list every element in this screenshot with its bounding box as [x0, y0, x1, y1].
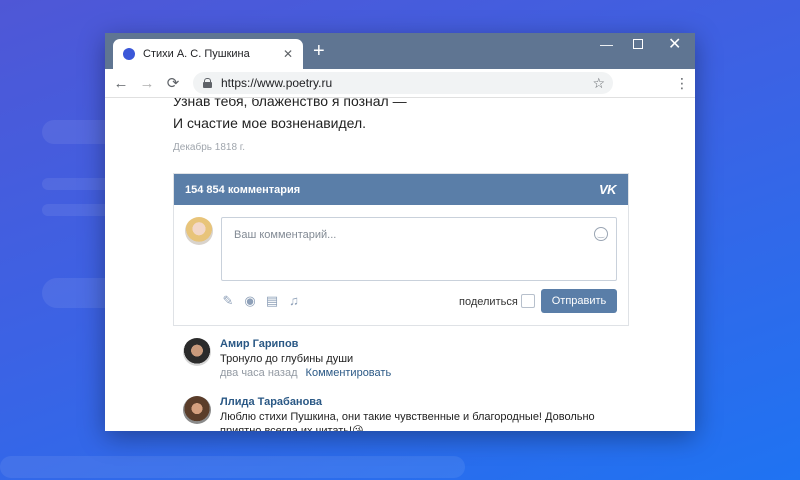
lock-icon — [203, 78, 212, 88]
vk-logo-icon[interactable]: VK — [599, 182, 617, 197]
emoji-icon[interactable]: ‿ — [594, 227, 608, 241]
poem-date: Декабрь 1818 г. — [173, 142, 245, 153]
share-label: поделиться — [459, 296, 518, 308]
browser-toolbar: ← → ⟳ https://www.poetry.ru ☆ ⋮ — [105, 69, 695, 98]
comment-text: Тронуло до глубины души — [220, 353, 354, 365]
attachment-toolbar: ✎ ◉ ▤ ♫ — [221, 293, 301, 309]
background-bar — [0, 456, 465, 478]
widget-header: 154 854 комментария VK — [174, 174, 628, 205]
reload-icon[interactable]: ⟳ — [163, 74, 183, 92]
favicon-icon — [123, 48, 135, 60]
avatar — [185, 217, 213, 245]
music-note-icon[interactable]: ♫ — [287, 293, 301, 309]
video-icon[interactable]: ▤ — [265, 293, 279, 309]
camera-icon[interactable]: ◉ — [243, 293, 257, 309]
reply-link[interactable]: Комментировать — [306, 367, 392, 379]
page-content: Узнав тебя, блаженство я познал — И счас… — [105, 98, 695, 431]
vk-comments-widget: 154 854 комментария VK ‿ ✎ ◉ ▤ ♫ поделит… — [173, 173, 629, 326]
browser-tab[interactable]: Стихи А. С. Пушкина ✕ — [113, 39, 303, 69]
comment-time: два часа назад — [220, 367, 298, 379]
url-text: https://www.poetry.ru — [221, 76, 333, 90]
widget-body: ‿ ✎ ◉ ▤ ♫ поделиться Отправить — [174, 205, 628, 325]
comment-count: 154 854 комментария — [185, 183, 301, 196]
forward-arrow-icon[interactable]: → — [137, 75, 157, 92]
comment-author[interactable]: Ллида Тарабанова — [220, 396, 322, 408]
comment-box[interactable]: ‿ — [221, 217, 617, 281]
browser-titlebar: Стихи А. С. Пушкина ✕ + — ✕ — [105, 33, 695, 69]
comment-text: Люблю стихи Пушкина, они такие чувственн… — [220, 411, 595, 431]
poem-line: И счастие мое возненавидел. — [173, 115, 367, 131]
share-checkbox[interactable] — [521, 294, 535, 308]
comment-input[interactable] — [232, 228, 576, 242]
poem-text: Узнав тебя, блаженство я познал — И счас… — [173, 98, 407, 134]
tab-title: Стихи А. С. Пушкина — [143, 48, 250, 60]
comment-meta: два часа назад Комментировать — [220, 367, 391, 379]
browser-window: Стихи А. С. Пушкина ✕ + — ✕ ← → ⟳ https:… — [105, 33, 695, 431]
new-tab-button[interactable]: + — [313, 39, 325, 63]
avatar[interactable] — [183, 396, 211, 424]
maximize-button[interactable] — [633, 35, 643, 55]
graffiti-brush-icon[interactable]: ✎ — [221, 293, 235, 309]
back-arrow-icon[interactable]: ← — [111, 75, 131, 92]
maximize-icon — [633, 39, 643, 49]
close-window-button[interactable]: ✕ — [668, 35, 681, 55]
comment-author[interactable]: Амир Гарипов — [220, 338, 298, 350]
poem-line: Узнав тебя, блаженство я познал — — [173, 98, 407, 109]
minimize-button[interactable]: — — [600, 35, 613, 55]
bookmark-star-icon[interactable]: ☆ — [592, 75, 605, 92]
address-bar[interactable]: https://www.poetry.ru ☆ — [193, 72, 613, 94]
tab-close-icon[interactable]: ✕ — [283, 47, 293, 61]
send-button[interactable]: Отправить — [541, 289, 617, 313]
menu-kebab-icon[interactable]: ⋮ — [675, 75, 689, 92]
avatar[interactable] — [183, 338, 211, 366]
